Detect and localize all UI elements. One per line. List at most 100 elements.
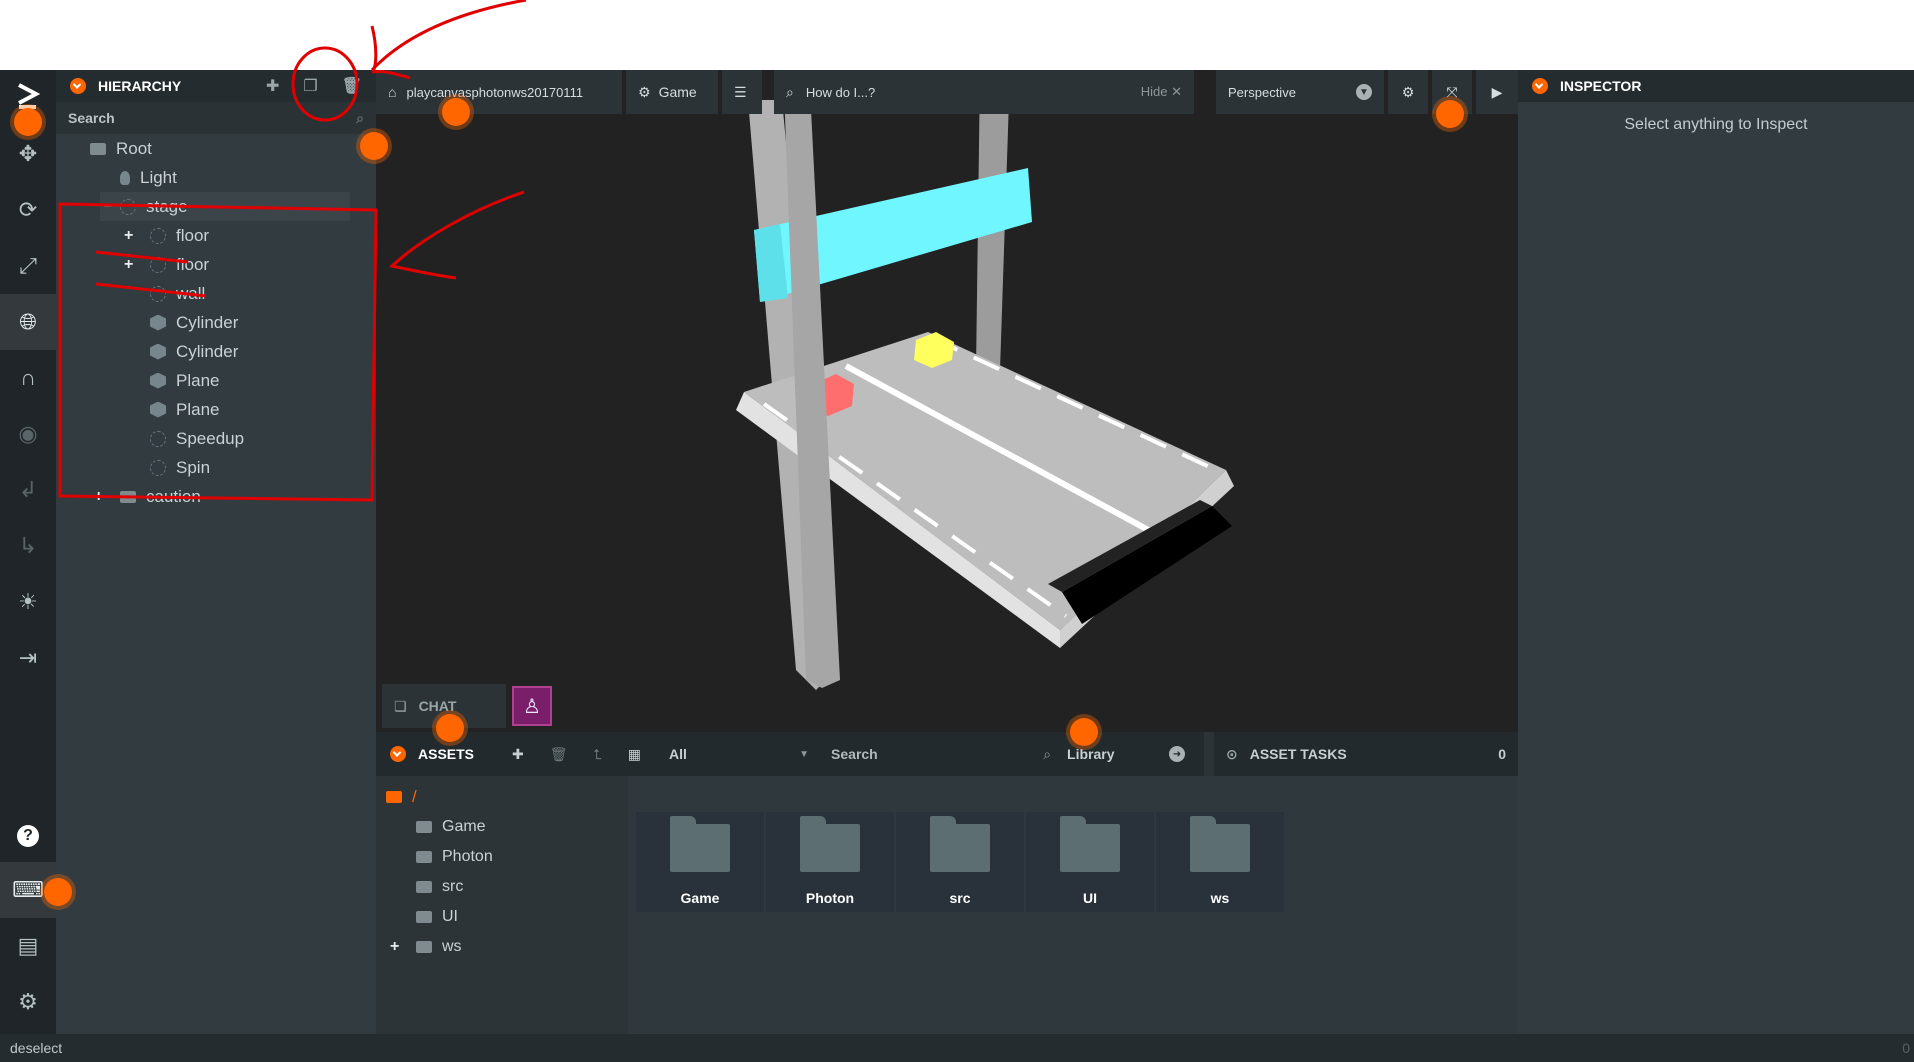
hierarchy-item-label: Plane <box>176 370 220 390</box>
entity-icon <box>150 227 166 244</box>
hierarchy-item-label: floor <box>176 254 210 274</box>
add-entity-icon[interactable]: ✚ <box>266 76 279 96</box>
hierarchy-tree: Root Light − stage + floor + floor wall Cylinder C… <box>56 134 376 574</box>
asset-folder-item[interactable]: Photon <box>416 842 493 871</box>
asset-folder-label: Photon <box>442 847 493 865</box>
library-label: Library <box>1067 746 1115 762</box>
editor-app: ✥ ⟳ ⤢ 🌐︎ ∩ ◉ ↲ ↳ ☀ ⇥ ? ⌨ ▤ ⚙ HIERARCHY ✚… <box>0 70 1914 1062</box>
marker-5 <box>436 714 464 742</box>
help-search-text: How do I...? <box>805 84 876 100</box>
undo-icon[interactable]: ↲ <box>0 462 56 518</box>
marker-3 <box>442 98 470 126</box>
hierarchy-search[interactable]: Search ⌕ <box>56 102 376 134</box>
marker-4 <box>1436 100 1464 128</box>
light-icon[interactable]: ☀ <box>0 574 56 630</box>
hierarchy-item-label: Light <box>140 167 177 187</box>
hierarchy-item-label: Root <box>116 138 152 158</box>
grid-view-icon[interactable]: ▦ <box>628 746 641 763</box>
hierarchy-item[interactable]: Spin <box>150 453 370 482</box>
launch-button[interactable]: ▶ <box>1476 70 1518 114</box>
asset-folder-label: Game <box>442 817 486 835</box>
hierarchy-item-label: stage <box>146 196 188 216</box>
hierarchy-item[interactable]: + caution <box>94 482 370 511</box>
asset-tile-label: ws <box>1210 890 1230 906</box>
asset-tile[interactable]: src <box>896 812 1024 912</box>
user-avatar[interactable]: ♙ <box>512 686 552 726</box>
box-icon <box>150 343 166 360</box>
add-asset-icon[interactable]: ✚ <box>512 746 524 763</box>
hierarchy-item[interactable]: Root <box>90 134 370 163</box>
viewport-gear-icon: ⚙ <box>1401 83 1415 100</box>
menu-button[interactable]: ☰ <box>722 70 762 114</box>
asset-folder-item[interactable]: UI <box>416 902 458 931</box>
help-search-icon: ⌕ <box>786 83 794 100</box>
help-search[interactable]: ⌕ How do I...? Hide ✕ <box>774 70 1194 114</box>
asset-tile[interactable]: ws <box>1156 812 1284 912</box>
rotate-icon[interactable]: ⟳ <box>0 182 56 238</box>
scale-icon[interactable]: ⤢ <box>0 238 56 294</box>
asset-tile[interactable]: Game <box>636 812 764 912</box>
asset-tile[interactable]: UI <box>1026 812 1154 912</box>
feedback-icon[interactable]: ▤ <box>0 918 56 974</box>
library-button[interactable]: Library ➜ <box>1067 746 1186 762</box>
upload-icon[interactable]: ⮤ <box>594 746 602 763</box>
marker-1 <box>14 108 42 136</box>
help-icon[interactable]: ? <box>0 808 56 864</box>
expand-icon[interactable]: + <box>124 227 133 245</box>
box-icon <box>150 401 166 418</box>
asset-tile[interactable]: Photon <box>766 812 894 912</box>
asset-folder-item[interactable]: + ws <box>390 932 462 961</box>
entity-icon <box>150 430 166 447</box>
eye-icon[interactable]: ◉ <box>0 406 56 462</box>
hierarchy-item[interactable]: Cylinder <box>150 337 370 366</box>
game-label: Game <box>658 84 697 100</box>
hierarchy-item[interactable]: − stage <box>100 192 350 221</box>
asset-tile-label: UI <box>1083 890 1097 906</box>
project-breadcrumb[interactable]: ⌂ playcanvasphotonws20170111 <box>376 70 622 114</box>
asset-tasks-icon: ⊙ <box>1226 745 1238 762</box>
delete-icon[interactable]: 🗑︎ <box>342 76 362 96</box>
delete-asset-icon[interactable]: 🗑︎ <box>550 746 568 763</box>
filter-dropdown[interactable]: All ▼ <box>669 746 809 762</box>
collapse-tree-icon[interactable]: − <box>104 198 113 216</box>
hierarchy-item[interactable]: wall <box>150 279 370 308</box>
hierarchy-item[interactable]: Cylinder <box>150 308 370 337</box>
hierarchy-item-label: Cylinder <box>176 312 239 332</box>
expand-icon[interactable]: + <box>124 256 133 274</box>
assets-collapse-icon[interactable] <box>390 746 406 762</box>
inspector-collapse-icon[interactable] <box>1532 78 1548 94</box>
game-button[interactable]: ⚙ Game <box>626 70 718 114</box>
assets-search[interactable]: Search ⌕ <box>831 746 1051 763</box>
expand-icon[interactable]: + <box>390 938 399 956</box>
world-icon[interactable]: 🌐︎ <box>0 294 56 350</box>
viewport-settings-button[interactable]: ⚙ <box>1388 70 1428 114</box>
settings-icon[interactable]: ⚙ <box>0 974 56 1030</box>
duplicate-icon[interactable]: ❐ <box>303 76 317 96</box>
hierarchy-item[interactable]: + floor <box>124 250 370 279</box>
asset-folder-item[interactable]: src <box>416 872 463 901</box>
hierarchy-item[interactable]: Light <box>120 163 370 192</box>
hierarchy-item[interactable]: + floor <box>124 221 370 250</box>
expand-icon[interactable]: + <box>94 488 103 506</box>
viewport[interactable]: ⌂ playcanvasphotonws20170111 ⚙ Game ☰ ⌕ … <box>376 70 1518 732</box>
hierarchy-item[interactable]: Plane <box>150 395 370 424</box>
hide-button[interactable]: Hide ✕ <box>1141 84 1182 100</box>
inspector-empty-text: Select anything to Inspect <box>1624 116 1808 133</box>
collapse-icon[interactable] <box>70 78 86 94</box>
asset-folder-item[interactable]: Game <box>416 812 486 841</box>
hierarchy-item[interactable]: Plane <box>150 366 370 395</box>
magnet-icon[interactable]: ∩ <box>0 350 56 406</box>
hierarchy-item[interactable]: Speedup <box>150 424 370 453</box>
hide-label: Hide <box>1140 84 1168 99</box>
redo-icon[interactable]: ↳ <box>0 518 56 574</box>
hierarchy-item-label: wall <box>176 283 206 303</box>
assets-root[interactable]: / <box>386 782 417 811</box>
publish-icon[interactable]: ⇥ <box>0 630 56 686</box>
assets-folder-tree: / Game Photon src UI + ws <box>376 776 628 1034</box>
assets-search-label: Search <box>831 746 878 762</box>
box-icon <box>150 314 166 331</box>
asset-tasks-header[interactable]: ⊙ ASSET TASKS 0 <box>1214 732 1518 776</box>
camera-dropdown[interactable]: Perspective ▼ <box>1216 70 1384 114</box>
search-icon: ⌕ <box>356 109 364 126</box>
asset-tile-label: Photon <box>805 890 855 906</box>
